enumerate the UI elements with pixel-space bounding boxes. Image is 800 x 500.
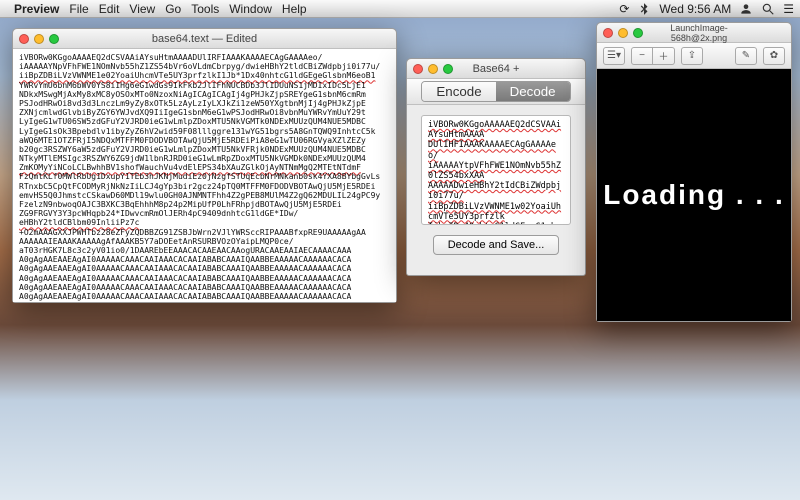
textedit-titlebar[interactable]: base64.text — Edited	[13, 29, 396, 49]
loading-label: Loading . . .	[603, 179, 785, 211]
textedit-window: base64.text — Edited iVBORw0KGgoAAAAEQ2d…	[12, 28, 397, 303]
decode-and-save-button[interactable]: Decode and Save...	[433, 235, 560, 255]
status-menu-icon[interactable]: ☰	[783, 2, 794, 16]
zoom-out-icon[interactable]: −	[631, 47, 653, 65]
markup-icon[interactable]: ✎	[735, 47, 757, 65]
close-icon[interactable]	[19, 34, 29, 44]
preview-toolbar: ☰▾ − ＋ ⇪ ✎ ✿	[597, 43, 791, 69]
zoom-icon[interactable]	[49, 34, 59, 44]
status-user-icon[interactable]	[739, 2, 753, 16]
close-icon[interactable]	[603, 28, 613, 38]
base64-toolbar: Encode Decode	[407, 79, 585, 105]
mode-segmented-control: Encode Decode	[421, 81, 570, 102]
preview-window: LaunchImage-568h@2x.png ☰▾ − ＋ ⇪ ✎ ✿ Loa…	[596, 22, 792, 322]
decode-tab[interactable]: Decode	[496, 82, 570, 101]
status-clock[interactable]: Wed 9:56 AM	[659, 2, 731, 16]
app-menu[interactable]: Preview	[14, 2, 59, 16]
edit-icon[interactable]: ✿	[763, 47, 785, 65]
menu-window[interactable]: Window	[229, 2, 272, 16]
minimize-icon[interactable]	[34, 34, 44, 44]
minimize-icon[interactable]	[618, 28, 628, 38]
textedit-title: base64.text — Edited	[59, 33, 350, 45]
base64-window: Base64 + Encode Decode iVBORw0KGgoAAAAAE…	[406, 58, 586, 276]
preview-titlebar[interactable]: LaunchImage-568h@2x.png	[597, 23, 791, 43]
encode-tab[interactable]: Encode	[422, 82, 495, 101]
menu-tools[interactable]: Tools	[191, 2, 219, 16]
zoom-icon[interactable]	[443, 64, 453, 74]
status-search-icon[interactable]	[761, 2, 775, 16]
status-bluetooth-icon[interactable]	[637, 2, 651, 16]
menu-file[interactable]: File	[69, 2, 88, 16]
sidebar-toggle-icon[interactable]: ☰▾	[603, 47, 625, 65]
minimize-icon[interactable]	[428, 64, 438, 74]
base64-textarea[interactable]: iVBORw0KGgoAAAAAEQ2dCSVAAiAYsuHtmAAAADUl…	[421, 115, 571, 225]
zoom-icon[interactable]	[633, 28, 643, 38]
close-icon[interactable]	[413, 64, 423, 74]
zoom-in-icon[interactable]: ＋	[653, 47, 675, 65]
status-sync-icon[interactable]: ⟳	[619, 2, 629, 16]
base64-title: Base64 +	[453, 63, 539, 75]
menu-help[interactable]: Help	[282, 2, 307, 16]
preview-image-canvas: Loading . . .	[597, 69, 791, 321]
preview-title: LaunchImage-568h@2x.png	[643, 23, 755, 43]
textedit-content[interactable]: iVBORw0KGgoAAAAEQ2dCSVAAiAYsuHtmAAAADUlI…	[13, 49, 396, 302]
menu-bar: Preview File Edit View Go Tools Window H…	[0, 0, 800, 18]
menu-edit[interactable]: Edit	[99, 2, 120, 16]
menu-go[interactable]: Go	[165, 2, 181, 16]
share-icon[interactable]: ⇪	[681, 47, 703, 65]
base64-titlebar[interactable]: Base64 +	[407, 59, 585, 79]
menu-view[interactable]: View	[129, 2, 155, 16]
